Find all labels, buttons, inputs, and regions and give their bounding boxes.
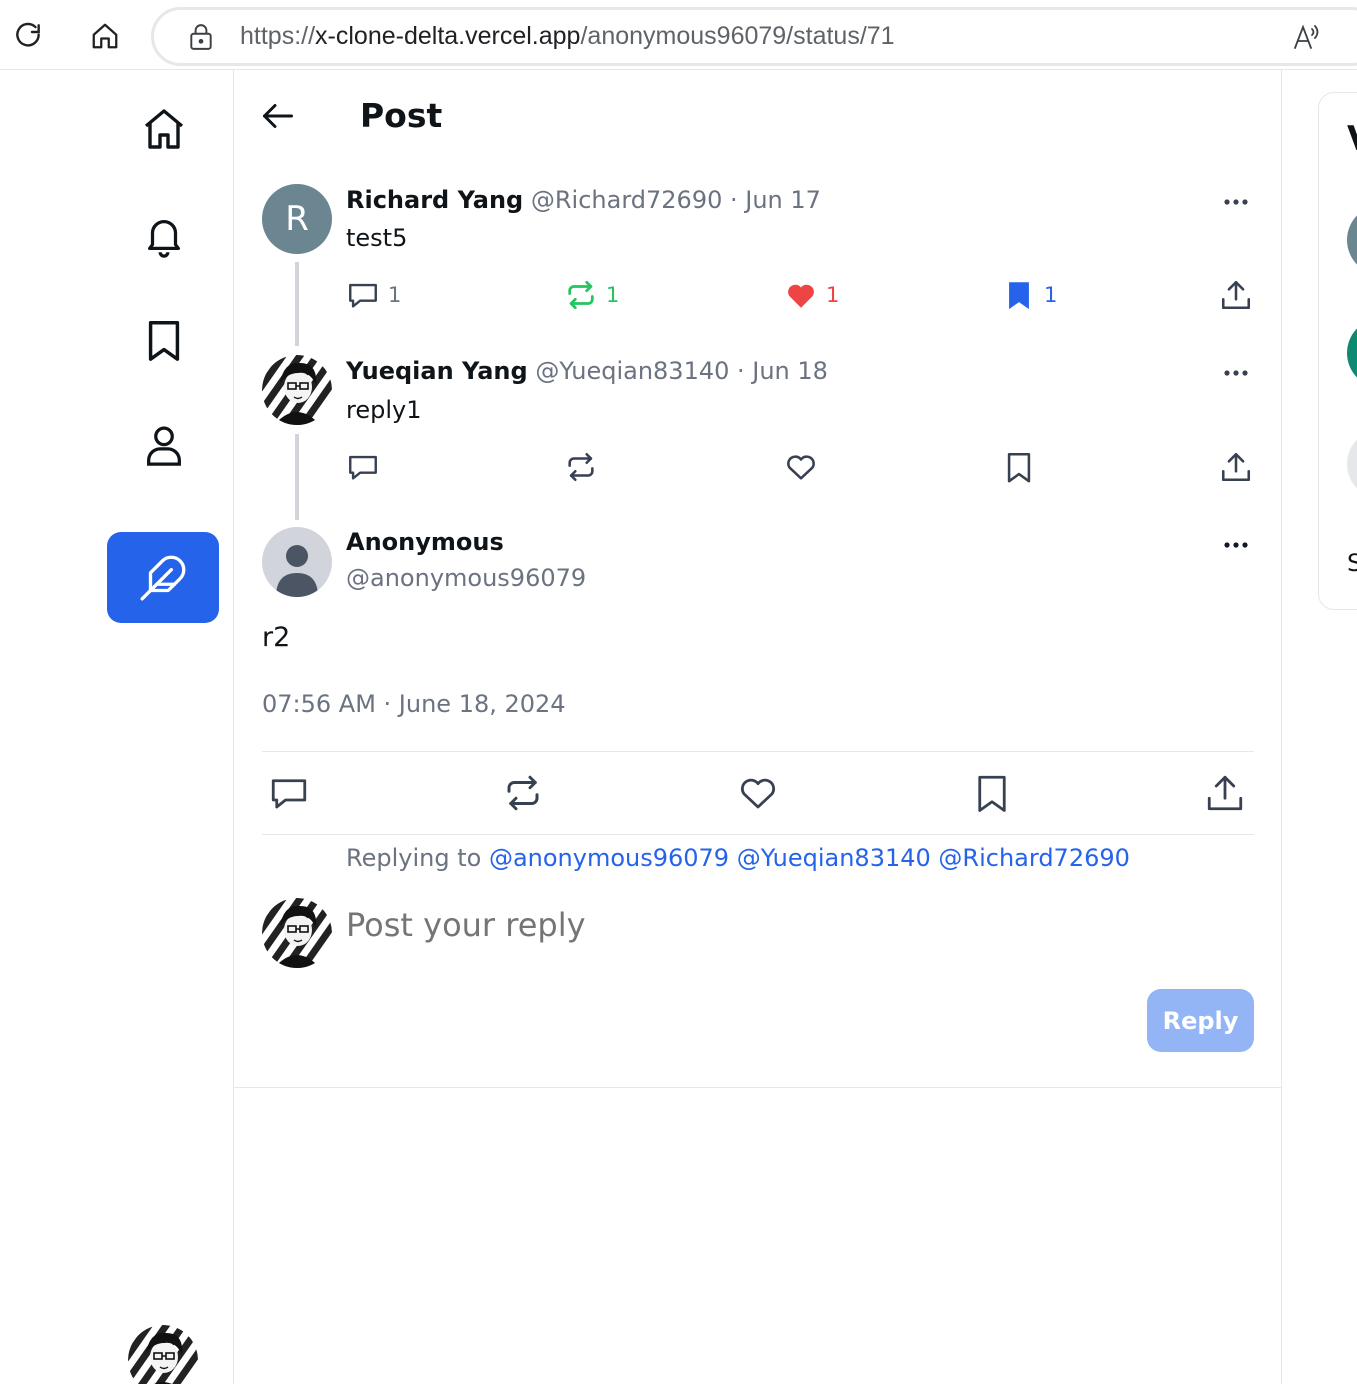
- divider: [234, 1087, 1282, 1088]
- bookmark-filled-icon: [1009, 282, 1029, 310]
- author-name[interactable]: Richard Yang: [346, 186, 523, 214]
- more-options-icon[interactable]: [1219, 192, 1253, 212]
- browser-home-icon[interactable]: [85, 16, 125, 56]
- divider: [262, 751, 1254, 752]
- user-icon: [147, 426, 181, 466]
- nav-home[interactable]: [133, 98, 195, 160]
- bookmark-button[interactable]: [1002, 450, 1036, 484]
- bookmark-button[interactable]: 1: [1002, 278, 1057, 312]
- avatar[interactable]: [1347, 205, 1357, 275]
- compose-post-button[interactable]: [107, 532, 219, 623]
- author-name[interactable]: Yueqian Yang: [346, 357, 528, 385]
- comment-button[interactable]: 1: [346, 278, 401, 312]
- comment-button[interactable]: [268, 772, 310, 814]
- share-button[interactable]: [1204, 772, 1246, 814]
- reply-input[interactable]: [346, 906, 1226, 944]
- right-panel-heading: V: [1347, 119, 1357, 159]
- nav-profile[interactable]: [133, 414, 195, 476]
- main-column: Post R Richard Yang @Richard72690 · Jun …: [234, 70, 1282, 1384]
- mention-link[interactable]: @Richard72690: [938, 844, 1129, 872]
- retweet-icon: [568, 452, 594, 482]
- right-panel-card: V S: [1318, 92, 1357, 610]
- avatar[interactable]: [262, 527, 332, 597]
- more-options-icon[interactable]: [1219, 535, 1253, 555]
- lock-icon: [188, 23, 214, 55]
- heart-icon: [741, 778, 775, 809]
- bell-icon: [147, 220, 181, 258]
- comment-button[interactable]: [346, 450, 380, 484]
- comment-icon: [271, 779, 307, 809]
- nav-bookmarks[interactable]: [133, 309, 195, 371]
- avatar[interactable]: [1347, 429, 1357, 499]
- heart-icon: [787, 455, 815, 480]
- url-text[interactable]: https://x-clone-delta.vercel.app/anonymo…: [240, 22, 895, 51]
- author-handle[interactable]: @Yueqian83140 · Jun 18: [535, 357, 828, 385]
- retweet-button[interactable]: [502, 772, 544, 814]
- read-aloud-icon[interactable]: [1292, 23, 1322, 55]
- comment-icon: [349, 283, 377, 308]
- share-icon: [1207, 775, 1243, 811]
- tweet-text: test5: [346, 224, 408, 252]
- like-button[interactable]: [784, 450, 818, 484]
- share-button[interactable]: [1219, 278, 1253, 312]
- bookmark-icon: [978, 775, 1006, 812]
- retweet-icon: [568, 280, 594, 310]
- right-panel-link[interactable]: S: [1347, 549, 1357, 577]
- page-title: Post: [360, 96, 443, 135]
- mention-link[interactable]: @anonymous96079: [489, 844, 729, 872]
- like-button[interactable]: 1: [784, 278, 839, 312]
- home-icon: [144, 109, 184, 149]
- comment-icon: [349, 455, 377, 480]
- heart-filled-icon: [788, 284, 814, 308]
- thread-connector: [295, 434, 299, 520]
- retweet-button[interactable]: 1: [564, 278, 619, 312]
- current-user-avatar[interactable]: [128, 1325, 198, 1384]
- avatar[interactable]: [262, 355, 332, 425]
- current-user-avatar[interactable]: [262, 898, 332, 968]
- avatar[interactable]: [1347, 318, 1357, 388]
- share-button[interactable]: [1219, 450, 1253, 484]
- replying-to: Replying to @anonymous96079 @Yueqian8314…: [346, 844, 1130, 872]
- retweet-icon: [507, 775, 539, 811]
- thread-connector: [295, 262, 299, 346]
- share-icon: [1221, 280, 1251, 310]
- author-handle[interactable]: @Richard72690 · Jun 17: [531, 186, 821, 214]
- address-bar[interactable]: https://x-clone-delta.vercel.app/anonymo…: [151, 7, 1357, 66]
- bookmark-icon: [1007, 452, 1031, 483]
- author-handle[interactable]: @anonymous96079: [346, 564, 586, 592]
- tweet-author-line: Yueqian Yang @Yueqian83140 · Jun 18: [346, 357, 828, 385]
- tweet-text: reply1: [346, 396, 422, 424]
- like-button[interactable]: [737, 772, 779, 814]
- feather-icon: [140, 555, 186, 600]
- author-name[interactable]: Anonymous: [346, 528, 504, 556]
- left-sidebar: [0, 70, 234, 1384]
- mention-link[interactable]: @Yueqian83140: [737, 844, 931, 872]
- post-timestamp: 07:56 AM · June 18, 2024: [262, 690, 566, 718]
- more-options-icon[interactable]: [1219, 363, 1253, 383]
- divider: [262, 834, 1254, 835]
- share-icon: [1221, 452, 1251, 482]
- back-button[interactable]: [260, 98, 296, 138]
- tweet-author-line: Richard Yang @Richard72690 · Jun 17: [346, 186, 821, 214]
- reply-button[interactable]: Reply: [1147, 989, 1254, 1052]
- post-text: r2: [262, 622, 291, 653]
- browser-toolbar: https://x-clone-delta.vercel.app/anonymo…: [0, 0, 1357, 70]
- bookmark-icon: [148, 321, 180, 361]
- retweet-button[interactable]: [564, 450, 598, 484]
- avatar[interactable]: R: [262, 184, 332, 254]
- refresh-icon[interactable]: [8, 16, 48, 56]
- arrow-left-icon: [263, 104, 293, 128]
- bookmark-button[interactable]: [971, 772, 1013, 814]
- nav-notifications[interactable]: [133, 204, 195, 266]
